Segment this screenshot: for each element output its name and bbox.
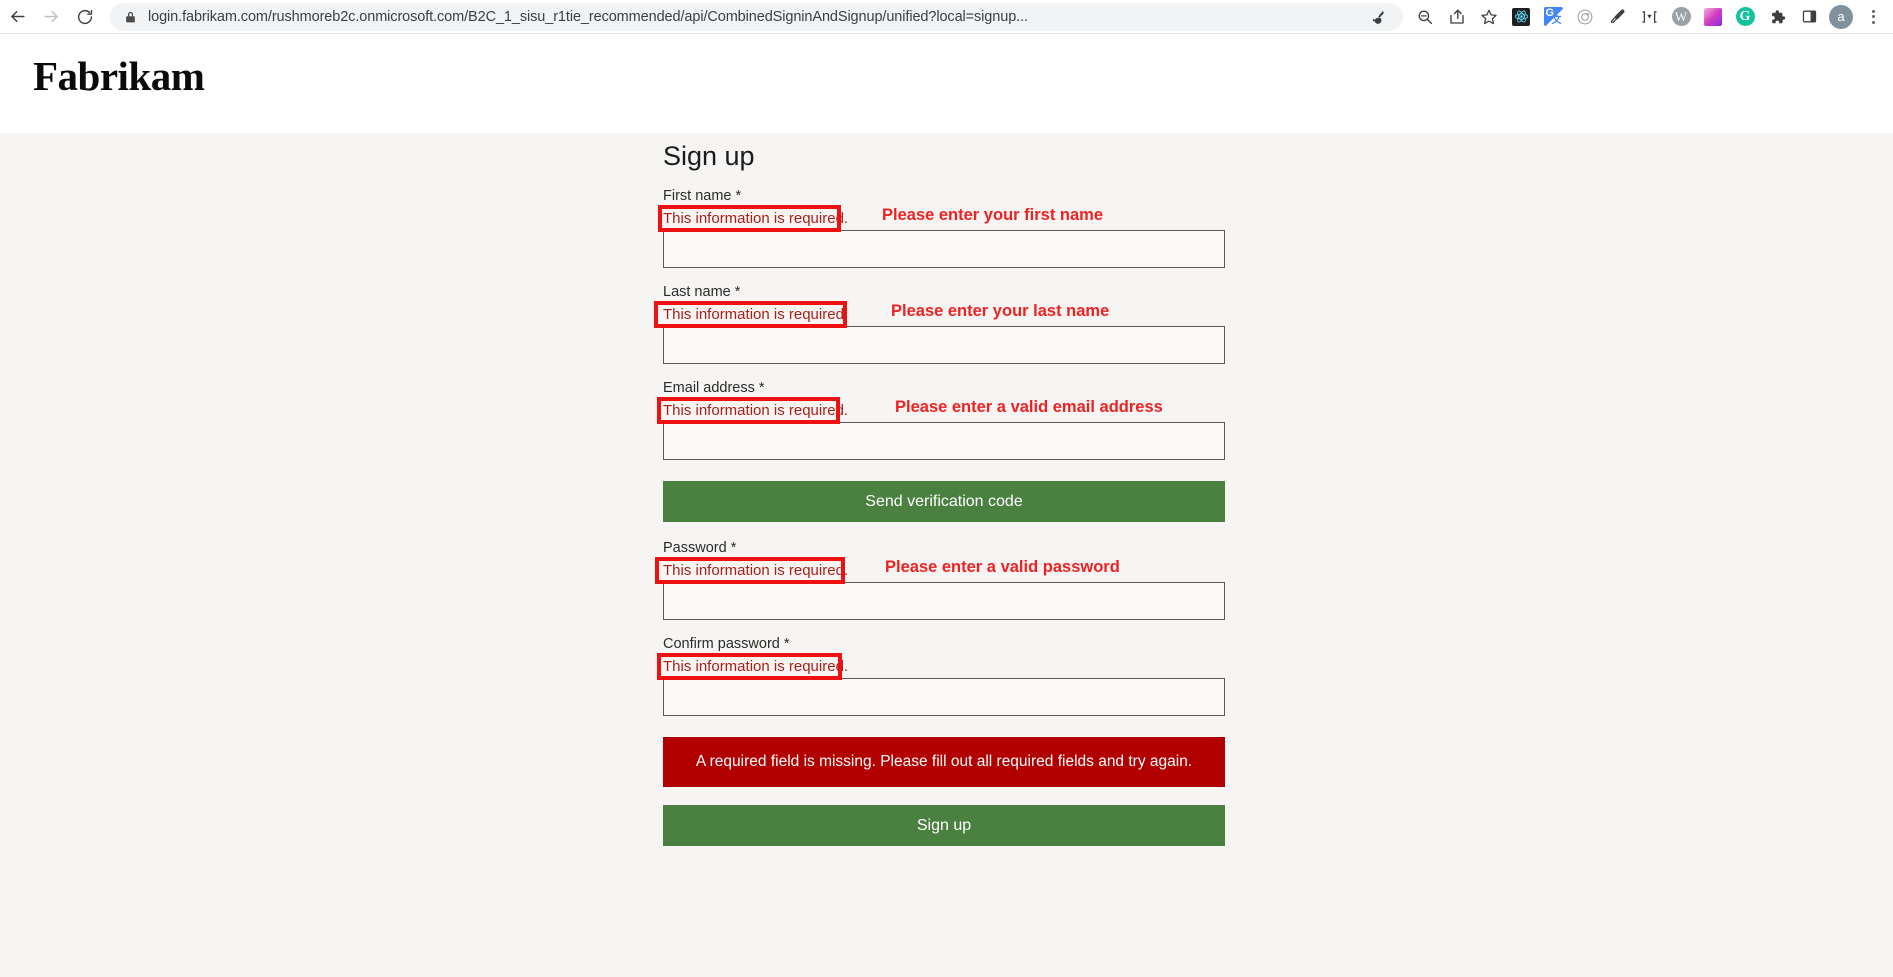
orbit-icon[interactable] (1569, 1, 1601, 33)
reload-icon (76, 8, 94, 26)
field-confirm-password: Confirm password * This information is r… (657, 636, 1225, 716)
page-title: Sign up (663, 141, 755, 171)
url-text: login.fabrikam.com/rushmoreb2c.onmicroso… (148, 8, 1028, 25)
avatar[interactable]: a (1825, 1, 1857, 33)
email-input[interactable] (663, 422, 1225, 460)
field-label: Email address * (663, 380, 765, 396)
forward-arrow-icon (42, 7, 61, 26)
wallet-icon[interactable]: W (1665, 1, 1697, 33)
browser-actions: G文 W G a (1409, 0, 1893, 34)
w-logo-icon: W (1671, 7, 1691, 26)
field-label: Confirm password * (663, 636, 790, 652)
google-translate-icon[interactable]: G文 (1537, 1, 1569, 33)
back-arrow-icon (8, 7, 27, 26)
star-icon[interactable] (1473, 1, 1505, 33)
field-first-name: First name * This information is require… (658, 188, 1225, 268)
send-verification-code-button[interactable]: Send verification code (663, 481, 1225, 522)
annotation-text-last-name: Please enter your last name (891, 302, 1110, 320)
puzzle-extensions-icon[interactable] (1761, 1, 1793, 33)
grammarly-g-icon: G (1735, 7, 1755, 26)
react-devtools-icon[interactable] (1505, 1, 1537, 33)
lock-icon (124, 10, 137, 24)
avatar-label: a (1829, 4, 1853, 29)
field-label: Password * (663, 540, 737, 556)
first-name-input[interactable] (663, 230, 1225, 268)
password-input[interactable] (663, 582, 1225, 620)
brand-logo: Fabrikam (33, 53, 205, 99)
confirm-password-input[interactable] (663, 678, 1225, 716)
grammarly-icon[interactable]: G (1729, 1, 1761, 33)
omnibox-actions (1361, 3, 1391, 31)
reload-button[interactable] (68, 0, 102, 34)
brackets-icon[interactable] (1633, 1, 1665, 33)
browser-toolbar: login.fabrikam.com/rushmoreb2c.onmicroso… (0, 0, 1893, 34)
kebab-menu-icon[interactable] (1857, 1, 1889, 33)
share-icon[interactable] (1441, 1, 1473, 33)
field-last-name: Last name * This information is required… (654, 284, 1225, 364)
key-icon[interactable] (1361, 3, 1391, 31)
site-header: Fabrikam (0, 35, 1893, 133)
annotation-text-first-name: Please enter your first name (882, 206, 1104, 224)
translate-badge-icon: G文 (1543, 7, 1563, 26)
field-email-address: Email address * This information is requ… (657, 380, 1225, 460)
kebab-dots (1871, 9, 1875, 24)
gradient-swatch-icon[interactable] (1697, 1, 1729, 33)
address-bar[interactable]: login.fabrikam.com/rushmoreb2c.onmicroso… (110, 2, 1403, 31)
back-button[interactable] (0, 0, 34, 34)
annotation-text-email: Please enter a valid email address (895, 398, 1163, 416)
react-logo-icon (1512, 7, 1530, 26)
page-body: Sign up First name * This information is… (0, 133, 1893, 977)
forward-button[interactable] (34, 0, 68, 34)
sign-up-button[interactable]: Sign up (663, 805, 1225, 846)
field-error-message: This information is required. (663, 658, 849, 675)
gradient-square-icon (1704, 7, 1722, 26)
field-password: Password * This information is required.… (655, 540, 1225, 620)
signup-form: Sign up First name * This information is… (654, 133, 1225, 846)
annotation-text-password: Please enter a valid password (885, 558, 1120, 576)
last-name-input[interactable] (663, 326, 1225, 364)
sidepanel-icon[interactable] (1793, 1, 1825, 33)
color-picker-icon[interactable] (1601, 1, 1633, 33)
field-label: Last name * (663, 284, 741, 300)
form-error-banner: A required field is missing. Please fill… (663, 737, 1225, 787)
field-label: First name * (663, 188, 742, 204)
zoom-out-icon[interactable] (1409, 1, 1441, 33)
